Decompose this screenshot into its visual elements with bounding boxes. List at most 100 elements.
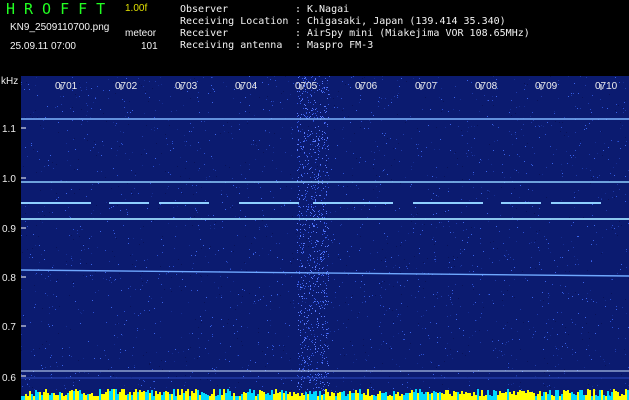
bottom-level-bar (93, 396, 95, 400)
bottom-level-bar (55, 395, 57, 400)
bottom-level-bar (51, 393, 53, 400)
bottom-level-bar (543, 392, 545, 400)
bottom-level-bar (463, 394, 465, 400)
bottom-level-bar (359, 389, 361, 400)
bottom-level-bar (429, 394, 431, 400)
bottom-level-bar (575, 395, 577, 400)
bottom-level-bar (363, 393, 365, 400)
bottom-level-bar (261, 391, 263, 400)
bottom-level-bar (255, 396, 257, 400)
bottom-level-bar (411, 390, 413, 400)
bottom-level-bar (199, 395, 201, 400)
bottom-level-bar (331, 392, 333, 400)
bottom-level-bar (353, 393, 355, 400)
bottom-level-bar (467, 393, 469, 400)
bottom-level-bar (559, 396, 561, 400)
bottom-level-bar (201, 392, 203, 400)
bottom-level-bar (603, 395, 605, 400)
bottom-level-bar (21, 396, 23, 400)
bottom-level-bar (207, 395, 209, 400)
bottom-level-bar (535, 396, 537, 400)
bottom-level-bar (599, 390, 601, 400)
bottom-level-bar (565, 391, 567, 400)
bottom-level-bar (295, 394, 297, 400)
bottom-level-bar (395, 394, 397, 400)
bottom-level-bar (49, 395, 51, 400)
bottom-level-bar (589, 390, 591, 400)
bottom-level-bar (309, 391, 311, 400)
bottom-level-bar (421, 392, 423, 400)
y-tick-label: 1.1 (2, 124, 16, 135)
bottom-level-bar (259, 390, 261, 400)
bottom-level-bar (455, 392, 457, 400)
bottom-level-bar (315, 391, 317, 400)
bottom-level-bar (179, 395, 181, 400)
bottom-level-bar (601, 390, 603, 400)
bottom-level-bar (155, 391, 157, 400)
bottom-level-bar (425, 392, 427, 400)
header-panel: HROFFT 1.00f KN9_2509110700.png meteor 2… (0, 0, 629, 76)
bottom-level-bar (619, 396, 621, 400)
bottom-level-bar (401, 394, 403, 400)
bottom-level-bar (135, 389, 137, 400)
y-tick-label: 0.9 (2, 224, 16, 235)
bottom-level-bar (501, 393, 503, 400)
bottom-level-bar (365, 395, 367, 400)
bottom-level-bar (339, 392, 341, 400)
bottom-level-bar (609, 396, 611, 400)
bottom-level-bar (569, 393, 571, 400)
x-tick-label: 0706 (355, 81, 378, 92)
bottom-level-bar (317, 396, 319, 400)
bottom-level-bar (41, 395, 43, 400)
bottom-level-bar (573, 394, 575, 400)
bottom-level-bar (623, 395, 625, 400)
bottom-level-bar (577, 392, 579, 400)
bottom-level-bar (269, 395, 271, 400)
bottom-level-bar (75, 389, 77, 400)
bottom-level-bar (89, 394, 91, 400)
bottom-level-bar (307, 394, 309, 400)
bottom-level-bar (447, 390, 449, 400)
bottom-level-bar (607, 391, 609, 400)
bottom-level-bar (101, 394, 103, 400)
bottom-level-bar (371, 395, 373, 400)
bottom-level-bar (581, 390, 583, 400)
bottom-level-bar (159, 392, 161, 400)
bottom-level-bar (191, 391, 193, 400)
bottom-level-bar (555, 390, 557, 400)
bottom-level-bar (45, 389, 47, 400)
bottom-level-bar (495, 391, 497, 400)
bottom-level-bar (579, 390, 581, 400)
bottom-level-bar (443, 394, 445, 400)
bottom-level-bar (273, 394, 275, 400)
bottom-level-bar (25, 394, 27, 400)
bottom-level-bar (267, 393, 269, 400)
bottom-level-bar (361, 394, 363, 400)
bottom-level-bar (345, 396, 347, 400)
bottom-level-bar (341, 392, 343, 400)
bottom-level-bar (433, 391, 435, 400)
bottom-level-bar (329, 396, 331, 400)
info-location: Receiving Location: Chigasaki, Japan (139… (180, 16, 506, 27)
bottom-level-bar (563, 390, 565, 400)
bottom-level-bar (227, 389, 229, 400)
bottom-level-bar (111, 389, 113, 400)
bottom-level-bar (303, 395, 305, 400)
bottom-level-bar (33, 396, 35, 400)
x-tick-label: 0702 (115, 81, 138, 92)
bottom-level-bar (357, 393, 359, 400)
bottom-level-bar (377, 394, 379, 400)
bottom-level-bar (293, 392, 295, 400)
bottom-level-bar (477, 389, 479, 400)
bottom-level-bar (539, 391, 541, 400)
bottom-level-bar (165, 391, 167, 400)
x-tick-label: 0708 (475, 81, 498, 92)
bottom-level-bar (519, 390, 521, 400)
bottom-level-bar (521, 391, 523, 400)
bottom-level-bar (311, 394, 313, 400)
bottom-level-bar (197, 390, 199, 400)
info-observer: Observer: K.Nagai (180, 4, 350, 15)
bottom-level-bar (337, 393, 339, 400)
bottom-level-bar (383, 393, 385, 400)
bottom-level-bar (393, 391, 395, 400)
